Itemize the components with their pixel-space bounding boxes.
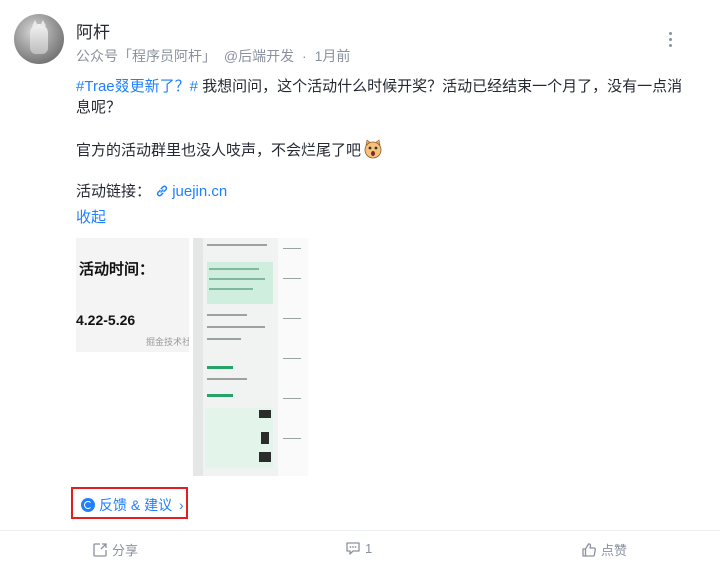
feedback-highlight-box: 反馈 & 建议 › bbox=[71, 487, 188, 519]
action-divider bbox=[0, 530, 720, 531]
comment-button[interactable]: 1 bbox=[345, 540, 372, 556]
like-label: 点赞 bbox=[601, 543, 628, 558]
image-2-right-column bbox=[278, 238, 308, 476]
chevron-right-icon: › bbox=[179, 497, 184, 513]
image-2-right-line bbox=[283, 398, 301, 399]
post-content: #Trae叕更新了？# 我想问问，这个活动什么时候开奖？活动已经结束一个月了，没… bbox=[76, 76, 696, 182]
author-company: 公众号「程序员阿杆」 bbox=[76, 48, 216, 64]
image-1-watermark: 掘金技术社 bbox=[145, 337, 189, 347]
comment-count: 1 bbox=[365, 540, 373, 556]
like-button[interactable]: 点赞 bbox=[581, 540, 627, 559]
image-2-right-line bbox=[283, 358, 301, 359]
meta-separator: · bbox=[302, 48, 307, 64]
image-2-right-line bbox=[283, 318, 301, 319]
post-meta: 公众号「程序员阿杆」 @后端开发 · 1月前 bbox=[76, 46, 350, 66]
image-2-text-line bbox=[209, 278, 265, 280]
activity-link[interactable]: juejin.cn bbox=[155, 183, 227, 200]
collapse-button[interactable]: 收起 bbox=[76, 206, 106, 227]
feedback-button[interactable]: 反馈 & 建议 › bbox=[81, 495, 184, 515]
image-2-right-line bbox=[283, 438, 301, 439]
post-image-2[interactable] bbox=[193, 238, 308, 476]
image-2-green-bar bbox=[207, 394, 233, 397]
link-icon bbox=[157, 185, 168, 197]
shocked-cat-emoji-icon bbox=[364, 139, 382, 159]
post-paragraph-2: 官方的活动群里也没人吱声，不会烂尾了吧 bbox=[76, 139, 696, 161]
topic-hashtag[interactable]: #Trae叕更新了？# bbox=[76, 78, 198, 95]
image-2-dark-thumb bbox=[261, 432, 269, 444]
share-icon bbox=[93, 542, 107, 557]
activity-link-row: 活动链接： juejin.cn bbox=[76, 180, 227, 201]
more-options-icon[interactable] bbox=[664, 30, 676, 52]
image-2-text-line bbox=[209, 268, 259, 270]
share-button[interactable]: 分享 bbox=[92, 540, 138, 559]
image-2-text-line bbox=[209, 288, 253, 290]
comment-icon bbox=[346, 542, 360, 555]
image-2-text-line bbox=[207, 338, 241, 340]
feedback-label: 反馈 & 建议 bbox=[99, 497, 173, 513]
image-1-dates: 4.22-5.26 bbox=[76, 312, 136, 328]
image-2-text-line bbox=[207, 244, 267, 246]
post-paragraph-1: #Trae叕更新了？# 我想问问，这个活动什么时候开奖？活动已经结束一个月了，没… bbox=[76, 76, 696, 118]
image-2-text-line bbox=[207, 378, 247, 380]
feedback-icon bbox=[81, 498, 95, 512]
activity-link-label: 活动链接： bbox=[76, 183, 152, 200]
image-2-right-line bbox=[283, 248, 301, 249]
activity-link-text: juejin.cn bbox=[172, 183, 228, 200]
image-2-text-line bbox=[207, 326, 265, 328]
image-2-dark-thumb bbox=[259, 410, 271, 418]
circle-link[interactable]: @后端开发 bbox=[224, 48, 294, 64]
image-2-dark-thumb bbox=[259, 452, 271, 462]
image-1-title: 活动时间： bbox=[79, 261, 155, 278]
post-image-1[interactable]: 活动时间： 4.22-5.26 掘金技术社 bbox=[76, 238, 189, 352]
author-name[interactable]: 阿杆 bbox=[76, 18, 110, 43]
image-2-sidebar bbox=[193, 238, 203, 476]
share-label: 分享 bbox=[112, 543, 139, 558]
avatar[interactable] bbox=[14, 14, 64, 64]
thumbs-up-icon bbox=[582, 542, 596, 557]
post-text-2: 官方的活动群里也没人吱声，不会烂尾了吧 bbox=[76, 142, 362, 159]
cat-figure bbox=[30, 20, 48, 54]
image-2-right-line bbox=[283, 278, 301, 279]
post-time: 1月前 bbox=[314, 48, 351, 64]
image-2-text-line bbox=[207, 314, 247, 316]
image-2-green-bar bbox=[207, 366, 233, 369]
